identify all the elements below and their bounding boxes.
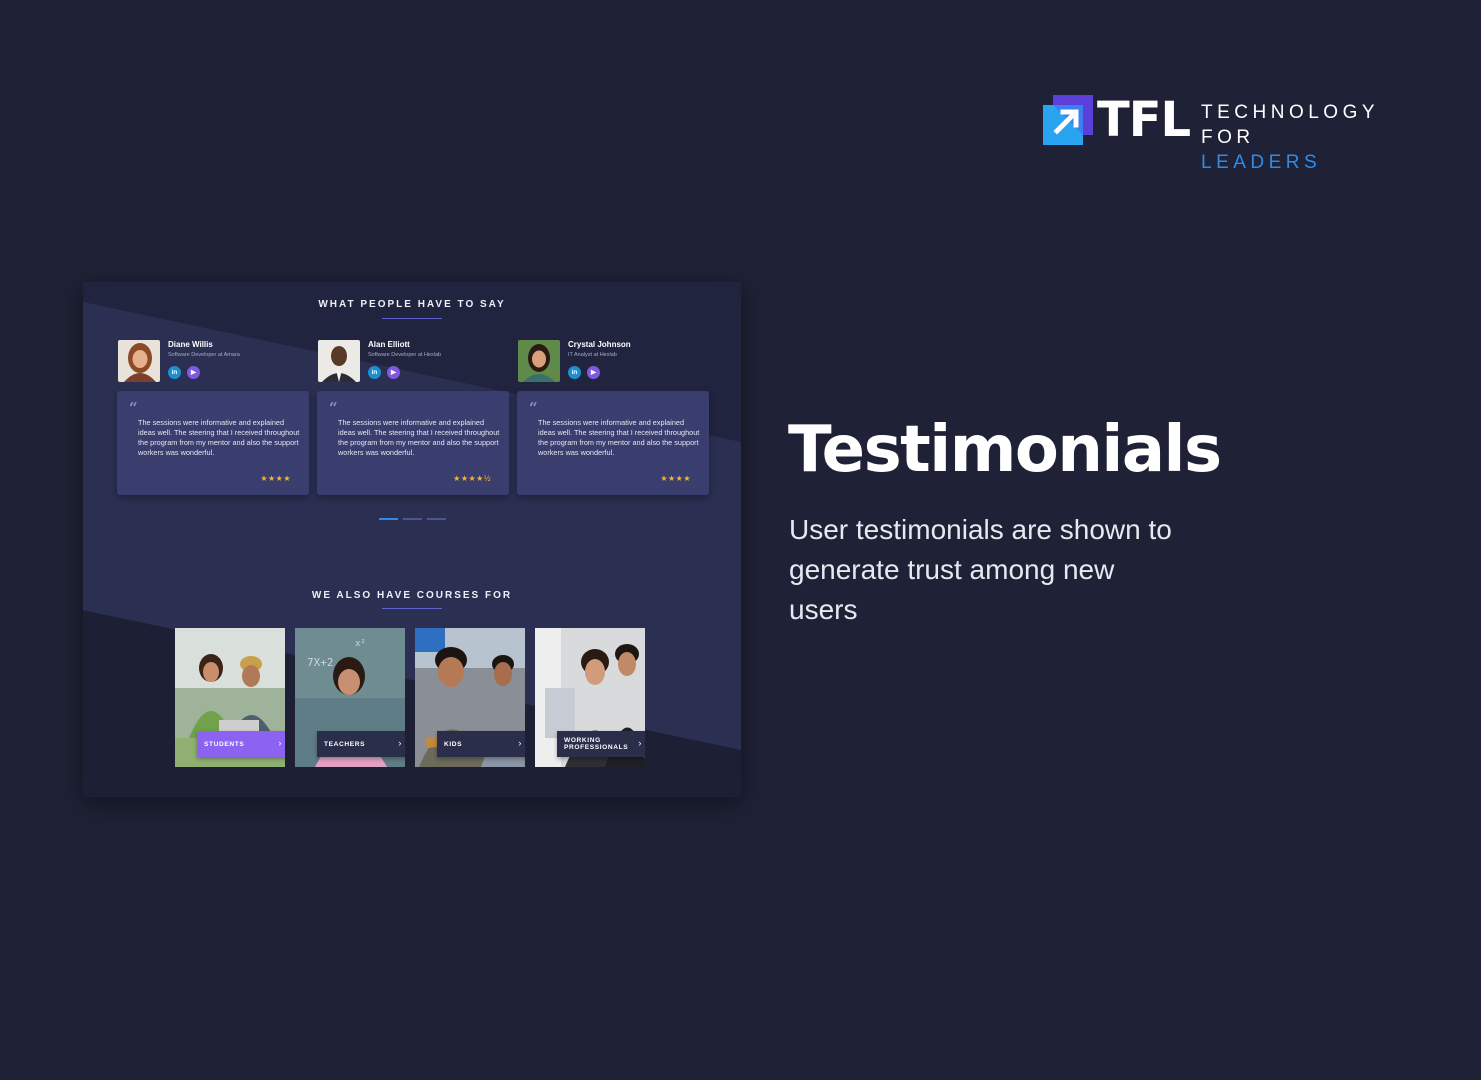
chevron-right-icon: › — [278, 738, 282, 748]
star-rating: ★★★★ — [660, 474, 691, 483]
course-label: WORKING PROFESSIONALS — [564, 737, 629, 751]
star-rating: ★★★★ — [260, 474, 291, 483]
linkedin-icon[interactable]: in — [568, 366, 581, 379]
course-label: STUDENTS — [204, 740, 245, 748]
linkedin-icon[interactable]: in — [368, 366, 381, 379]
star-rating: ★★★★½ — [453, 474, 491, 483]
testimonial-quote-card: “ The sessions were informative and expl… — [117, 391, 309, 495]
testimonial-quote-card: “ The sessions were informative and expl… — [317, 391, 509, 495]
svg-text:7X+2: 7X+2 — [307, 656, 334, 669]
testimonial-role: Software Developer at Amara — [168, 352, 240, 358]
logo-tagline: TECHNOLOGY FOR LEADERS — [1201, 100, 1383, 175]
testimonials-heading-underline — [382, 318, 442, 319]
testimonial-text: The sessions were informative and explai… — [138, 418, 300, 457]
logo-arrow-icon — [1043, 95, 1093, 145]
testimonials-heading: WHAT PEOPLE HAVE TO SAY — [318, 299, 506, 310]
testimonial-quote-card: “ The sessions were informative and expl… — [517, 391, 709, 495]
testimonial-text: The sessions were informative and explai… — [538, 418, 700, 457]
avatar-photo — [118, 340, 160, 382]
tfl-logo[interactable]: TFL TECHNOLOGY FOR LEADERS — [1043, 92, 1383, 173]
carousel-dot-1[interactable] — [379, 518, 398, 520]
courses-heading-underline — [382, 608, 442, 609]
testimonial-text: The sessions were informative and explai… — [338, 418, 500, 457]
quote-icon: “ — [129, 399, 138, 417]
testimonial-name: Crystal Johnson — [568, 340, 631, 349]
testimonial-name: Alan Elliott — [368, 340, 410, 349]
avatar-photo — [518, 340, 560, 382]
svg-text:x²: x² — [355, 639, 366, 649]
testimonial-card-diane: Diane Willis Software Developer at Amara… — [117, 339, 309, 499]
course-button-teachers[interactable]: TEACHERS › — [317, 731, 405, 757]
play-video-icon[interactable]: ▶ — [187, 366, 200, 379]
play-video-icon[interactable]: ▶ — [587, 366, 600, 379]
chevron-right-icon: › — [518, 738, 522, 748]
course-button-students[interactable]: STUDENTS › — [197, 731, 285, 757]
chevron-right-icon: › — [638, 738, 642, 748]
course-card-students[interactable]: STUDENTS › — [175, 628, 285, 767]
quote-icon: “ — [529, 399, 538, 417]
website-mockup: WHAT PEOPLE HAVE TO SAY Diane Willis Sof… — [83, 282, 741, 797]
course-card-kids[interactable]: KIDS › — [415, 628, 525, 767]
carousel-dot-3[interactable] — [427, 518, 446, 520]
logo-tagline-line2: FOR LEADERS — [1201, 125, 1383, 175]
page-title: Testimonials — [788, 413, 1222, 487]
logo-tagline-leaders: LEADERS — [1201, 152, 1322, 173]
avatar — [518, 340, 560, 382]
course-button-kids[interactable]: KIDS › — [437, 731, 525, 757]
avatar — [318, 340, 360, 382]
play-video-icon[interactable]: ▶ — [387, 366, 400, 379]
logo-tagline-line1: TECHNOLOGY — [1201, 102, 1380, 123]
testimonial-card-crystal: Crystal Johnson IT Analyst at Hexlab in … — [517, 339, 709, 499]
chevron-right-icon: › — [398, 738, 402, 748]
courses-heading: WE ALSO HAVE COURSES FOR — [311, 590, 513, 601]
logo-tagline-for: FOR — [1201, 127, 1255, 148]
testimonial-card-alan: Alan Elliott Software Developer at Hexla… — [317, 339, 509, 499]
page-description: User testimonials are shown to generate … — [789, 514, 1172, 625]
testimonial-role: IT Analyst at Hexlab — [568, 352, 617, 358]
testimonial-role: Software Developer at Hexlab — [368, 352, 442, 358]
avatar — [118, 340, 160, 382]
quote-icon: “ — [329, 399, 338, 417]
carousel-dot-2[interactable] — [403, 518, 422, 520]
testimonial-name: Diane Willis — [168, 340, 213, 349]
logo-wordmark: TFL — [1097, 92, 1191, 148]
course-label: TEACHERS — [324, 740, 366, 748]
linkedin-icon[interactable]: in — [168, 366, 181, 379]
course-card-teachers[interactable]: 7X+2 x² TEACHERS › — [295, 628, 405, 767]
avatar-photo — [318, 340, 360, 382]
course-card-working-professionals[interactable]: WORKING PROFESSIONALS › — [535, 628, 645, 767]
course-button-working-professionals[interactable]: WORKING PROFESSIONALS › — [557, 731, 645, 757]
course-label: KIDS — [444, 740, 463, 748]
